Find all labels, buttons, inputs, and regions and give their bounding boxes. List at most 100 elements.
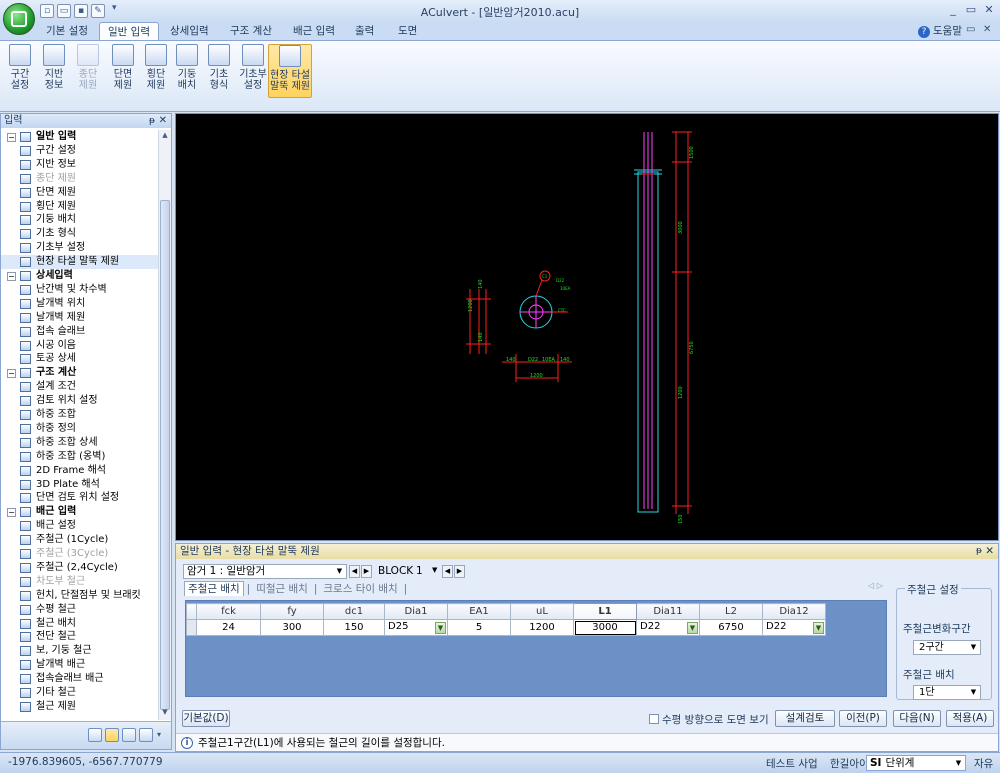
pin-icon[interactable]: ᵽ xyxy=(149,114,155,128)
tree-item[interactable]: 검토 위치 설정 xyxy=(1,394,158,408)
tree-item[interactable]: 주철근 (3Cycle) xyxy=(1,547,158,561)
tree-item[interactable]: 설계 조건 xyxy=(1,380,158,394)
design-check-button[interactable]: 설계검토 xyxy=(775,710,835,727)
tree-item[interactable]: 횡단 제원 xyxy=(1,200,158,214)
tree-item[interactable]: 하중 조합 (옹벽) xyxy=(1,450,158,464)
tree-item[interactable]: 기초부 설정 xyxy=(1,241,158,255)
tree-item[interactable]: 단면 제원 xyxy=(1,186,158,200)
tree-item[interactable]: 보, 기둥 철근 xyxy=(1,644,158,658)
transverse-spec-button[interactable]: 횡단 제원 xyxy=(141,44,171,98)
tree-item[interactable]: 하중 조합 xyxy=(1,408,158,422)
collapse-toggle-icon[interactable]: − xyxy=(7,508,16,518)
grid-cell[interactable]: D22 ▼ xyxy=(636,619,700,636)
tab-rebar-input[interactable]: 배근 입력 xyxy=(285,22,343,40)
tree-item[interactable]: 토공 상세 xyxy=(1,352,158,366)
collapse-toggle-icon[interactable]: − xyxy=(7,133,16,142)
tree-item[interactable]: 기타 철근 xyxy=(1,686,158,700)
mdi-restore-button[interactable]: ▭ xyxy=(966,24,975,35)
collapse-toggle-icon[interactable]: − xyxy=(7,369,16,379)
app-menu-button[interactable] xyxy=(3,3,35,35)
next-button[interactable]: 다음(N) xyxy=(893,710,941,727)
snap-mode[interactable]: 자유 xyxy=(974,756,993,771)
section-select[interactable]: 2구간 ▼ xyxy=(913,640,981,655)
tree-item[interactable]: 주철근 (2,4Cycle) xyxy=(1,561,158,575)
close-panel-icon[interactable]: ✕ xyxy=(985,544,994,559)
tree-item[interactable]: 단면 검토 위치 설정 xyxy=(1,491,158,505)
cast-in-place-pile-spec-button[interactable]: 현장 타설 말뚝 제원 xyxy=(268,44,312,98)
culvert-prev-button[interactable]: ◀ xyxy=(349,565,360,578)
minimize-button[interactable]: _ xyxy=(944,3,962,18)
tree-item[interactable]: 종단 제원 xyxy=(1,172,158,186)
scroll-down-icon[interactable]: ▼ xyxy=(160,708,170,718)
cross-section-spec-button[interactable]: 단면 제원 xyxy=(108,44,138,98)
grid-cell[interactable]: D25 ▼ xyxy=(384,619,448,636)
tree-item[interactable]: 하중 정의 xyxy=(1,422,158,436)
tree-group[interactable]: − 일반 입력 xyxy=(1,130,158,144)
foundation-setting-button[interactable]: 기초부 설정 xyxy=(238,44,268,98)
tree-group[interactable]: − 구조 계산 xyxy=(1,366,158,380)
tree-item[interactable]: 차도부 철근 xyxy=(1,575,158,589)
tree-group[interactable]: − 상세입력 xyxy=(1,269,158,283)
tree-view-icon[interactable] xyxy=(88,728,102,742)
grid-row-selector[interactable] xyxy=(186,619,197,636)
tree-item[interactable]: 기초 형식 xyxy=(1,227,158,241)
block-prev-button[interactable]: ◀ xyxy=(442,565,453,578)
tab-structural-calc[interactable]: 구조 계산 xyxy=(222,22,280,40)
tree-item[interactable]: 철근 제원 xyxy=(1,700,158,714)
tab-detail-input[interactable]: 상세입력 xyxy=(162,22,217,40)
tree-item[interactable]: 접속슬래브 배근 xyxy=(1,672,158,686)
block-next-button[interactable]: ▶ xyxy=(454,565,465,578)
grid-cell[interactable]: 5 xyxy=(447,619,511,636)
mdi-close-button[interactable]: ✕ xyxy=(983,24,991,35)
section-setting-button[interactable]: 구간 설정 xyxy=(5,44,35,98)
grid-cell[interactable]: D22 ▼ xyxy=(762,619,826,636)
output-view-icon[interactable] xyxy=(139,728,153,742)
apply-button[interactable]: 적용(A) xyxy=(946,710,994,727)
tree-item[interactable]: 접속 슬래브 xyxy=(1,325,158,339)
tree-item[interactable]: 지반 정보 xyxy=(1,158,158,172)
layout-select[interactable]: 1단 ▼ xyxy=(913,685,981,700)
tree-item[interactable]: 주철근 (1Cycle) xyxy=(1,533,158,547)
tree-group[interactable]: − 배근 입력 xyxy=(1,505,158,519)
grid-column-header[interactable]: Dia11 xyxy=(636,603,700,620)
close-panel-icon[interactable]: ✕ xyxy=(159,114,167,128)
grid-column-header[interactable]: EA1 xyxy=(447,603,511,620)
folder-view-icon[interactable] xyxy=(122,728,136,742)
grid-cell[interactable]: 1200 xyxy=(510,619,574,636)
default-button[interactable]: 기본값(D) xyxy=(182,710,230,727)
tree-item[interactable]: 철근 배치 xyxy=(1,617,158,631)
tab-drawing[interactable]: 도면 xyxy=(390,22,425,40)
grid-cell[interactable]: 3000 xyxy=(573,619,637,636)
tree-item[interactable]: 날개벽 제원 xyxy=(1,311,158,325)
grid-cell[interactable]: 6750 xyxy=(699,619,763,636)
grid-column-header[interactable]: fck xyxy=(196,603,261,620)
grid-column-header[interactable]: Dia12 xyxy=(762,603,826,620)
restore-button[interactable]: ▭ xyxy=(962,3,980,18)
chevron-down-icon[interactable]: ▼ xyxy=(435,622,446,634)
subtab-tie-rebar[interactable]: 띠철근 배치 xyxy=(253,582,311,596)
tree-item[interactable]: 2D Frame 해석 xyxy=(1,464,158,478)
chevron-down-icon[interactable]: ▼ xyxy=(432,566,437,574)
scroll-up-icon[interactable]: ▲ xyxy=(160,131,170,141)
grid-cell[interactable]: 150 xyxy=(323,619,385,636)
tree-item[interactable]: 날개벽 위치 xyxy=(1,297,158,311)
tree-item[interactable]: 구간 설정 xyxy=(1,144,158,158)
cad-drawing-view[interactable]: 1200 140 140 C1 D22 10EA CTC 140 D22 10E… xyxy=(175,113,999,541)
tree-item[interactable]: 수평 철근 xyxy=(1,603,158,617)
foundation-type-button[interactable]: 기초 형식 xyxy=(204,44,234,98)
tree-item[interactable]: 전단 철근 xyxy=(1,630,158,644)
tree-item[interactable]: 현장 타설 말뚝 제원 xyxy=(1,255,158,270)
close-button[interactable]: ✕ xyxy=(980,3,998,18)
tab-output[interactable]: 출력 xyxy=(347,22,382,40)
scroll-thumb[interactable] xyxy=(160,200,170,710)
grid-cell[interactable]: 24 xyxy=(196,619,261,636)
prev-button[interactable]: 이전(P) xyxy=(839,710,887,727)
unit-system-select[interactable]: SI 단위계 ▼ xyxy=(866,755,966,771)
collapse-toggle-icon[interactable]: − xyxy=(7,272,16,281)
culvert-select[interactable]: 암거 1 : 일반암거 ▼ xyxy=(183,564,347,579)
horizontal-view-checkbox[interactable]: 수평 방향으로 도면 보기 xyxy=(649,712,769,727)
tree-item[interactable]: 난간벽 및 차수벽 xyxy=(1,283,158,297)
tree-item[interactable]: 시공 이음 xyxy=(1,339,158,353)
grid-cell[interactable]: 300 xyxy=(260,619,324,636)
chevron-down-icon[interactable]: ▼ xyxy=(687,622,698,634)
